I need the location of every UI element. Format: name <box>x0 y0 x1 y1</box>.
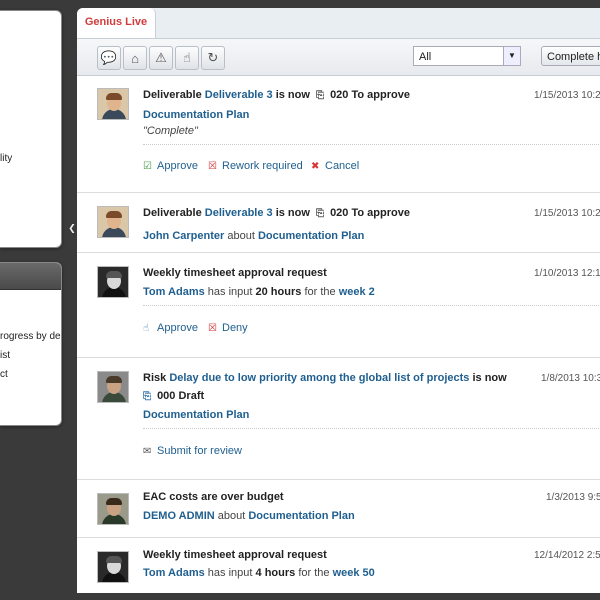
divider <box>143 305 600 306</box>
status-text: 000 Draft <box>157 390 205 402</box>
feed-item-title: EAC costs are over budget <box>143 491 284 503</box>
feed-item-subline: Tom Adams has input 4 hours for the week… <box>143 567 375 579</box>
rework-icon: ☒ <box>208 161 217 172</box>
status-icon: ⎘ <box>143 391 151 402</box>
person-link[interactable]: Tom Adams <box>143 567 205 579</box>
hand-icon[interactable]: ☝ <box>175 46 199 70</box>
deny-icon: ☒ <box>208 323 217 334</box>
hours-value: 20 hours <box>255 286 302 298</box>
left-panel-bottom: rogress by deli ist ct <box>0 262 62 426</box>
feed-item-status-line: ⎘ 000 Draft <box>143 390 204 402</box>
feed-item-title: Weekly timesheet approval request <box>143 549 327 561</box>
comment-text: "Complete" <box>143 125 198 137</box>
feed-item-date: 1/10/2013 12:1 <box>534 268 600 279</box>
feed-item-date: 1/8/2013 10:3 <box>541 373 600 384</box>
left-panel-text: lity <box>0 153 13 164</box>
item-separator <box>77 479 600 480</box>
avatar[interactable] <box>97 493 129 525</box>
status-text: 020 To approve <box>330 89 410 101</box>
toolbar: 💬 ⌂ ⚠ ☝ ↻ All ▼ Complete hi <box>77 39 600 76</box>
hours-value: 4 hours <box>255 567 296 579</box>
feed-item-date: 12/14/2012 2:5 <box>534 550 600 561</box>
filter-select-value: All <box>419 51 432 63</box>
comments-icon[interactable]: 💬 <box>97 46 121 70</box>
subject-link[interactable]: Deliverable 3 <box>205 207 273 219</box>
feed-item-subline: Tom Adams has input 20 hours for the wee… <box>143 286 375 298</box>
left-panel-text[interactable]: ct <box>0 369 8 380</box>
subject-type: Deliverable <box>143 89 202 101</box>
thumbs-up-icon: ☝ <box>143 323 150 334</box>
project-link[interactable]: Documentation Plan <box>143 109 249 121</box>
for-the-text: for the <box>304 286 336 298</box>
rework-button[interactable]: ☒ Rework required <box>208 160 303 172</box>
feed-item-headline: Deliverable Deliverable 3 is now ⎘ 020 T… <box>143 89 410 101</box>
verb: is now <box>275 89 310 101</box>
feed-item-title: Weekly timesheet approval request <box>143 267 327 279</box>
feed-item-date: 1/15/2013 10:2 <box>534 90 600 101</box>
avatar[interactable] <box>97 266 129 298</box>
left-panel-top: lity <box>0 10 62 248</box>
genius-live-panel: Genius Live 💬 ⌂ ⚠ ☝ ↻ All ▼ Complete hi … <box>77 8 600 593</box>
filter-select[interactable]: All ▼ <box>413 46 521 66</box>
feed-item-date: 1/15/2013 10:2 <box>534 208 600 219</box>
avatar[interactable] <box>97 206 129 238</box>
verb: is now <box>275 207 310 219</box>
subject-link[interactable]: Deliverable 3 <box>205 89 273 101</box>
cancel-button[interactable]: ✖ Cancel <box>311 160 359 172</box>
status-icon: ⎘ <box>316 90 324 101</box>
avatar[interactable] <box>97 371 129 403</box>
approve-button[interactable]: ☑ Approve <box>143 160 198 172</box>
about-text: about <box>217 510 246 522</box>
project-link[interactable]: Documentation Plan <box>143 409 249 421</box>
person-link[interactable]: DEMO ADMIN <box>143 510 215 522</box>
has-input-text: has input <box>207 567 253 579</box>
week-link[interactable]: week 50 <box>333 567 375 579</box>
avatar[interactable] <box>97 551 129 583</box>
project-link[interactable]: Documentation Plan <box>258 230 364 242</box>
about-text: about <box>227 230 255 242</box>
left-panel-header <box>0 263 61 290</box>
refresh-icon[interactable]: ↻ <box>201 46 225 70</box>
feed-item-subline: DEMO ADMIN about Documentation Plan <box>143 510 355 522</box>
subject-type: Risk <box>143 372 167 384</box>
approve-button[interactable]: ☝ Approve <box>143 322 198 334</box>
person-link[interactable]: Tom Adams <box>143 286 205 298</box>
for-the-text: for the <box>298 567 330 579</box>
feed-item-headline: Deliverable Deliverable 3 is now ⎘ 020 T… <box>143 207 410 219</box>
collapse-left-icon[interactable]: ❮ <box>68 221 76 235</box>
status-icon: ⎘ <box>316 208 324 219</box>
submit-icon: ✉ <box>143 446 152 457</box>
feed-item-date: 1/3/2013 9:5 <box>546 492 600 503</box>
tab-bar: Genius Live <box>77 8 600 39</box>
item-separator <box>77 192 600 193</box>
warning-icon[interactable]: ⚠ <box>149 46 173 70</box>
item-separator <box>77 537 600 538</box>
tab-genius-live[interactable]: Genius Live <box>77 8 156 38</box>
left-panel-text[interactable]: rogress by deli <box>0 331 61 342</box>
feed-item-headline: Risk Delay due to low priority among the… <box>143 372 507 384</box>
project-link[interactable]: Documentation Plan <box>248 510 354 522</box>
item-separator <box>77 357 600 358</box>
subject-type: Deliverable <box>143 207 202 219</box>
status-select[interactable]: Complete hi <box>541 46 600 66</box>
feed-item-subline: John Carpenter about Documentation Plan <box>143 230 364 242</box>
chevron-down-icon[interactable]: ▼ <box>503 47 520 65</box>
status-text: 020 To approve <box>330 207 410 219</box>
item-separator <box>77 252 600 253</box>
deny-button[interactable]: ☒ Deny <box>208 322 248 334</box>
left-panel-text[interactable]: ist <box>0 350 10 361</box>
subject-link[interactable]: Delay due to low priority among the glob… <box>169 372 469 384</box>
submit-for-review-button[interactable]: ✉ Submit for review <box>143 445 242 457</box>
verb: is now <box>472 372 507 384</box>
divider <box>143 144 600 145</box>
check-icon: ☑ <box>143 161 152 172</box>
has-input-text: has input <box>207 286 253 298</box>
divider <box>143 428 600 429</box>
avatar[interactable] <box>97 88 129 120</box>
person-link[interactable]: John Carpenter <box>143 230 224 242</box>
week-link[interactable]: week 2 <box>339 286 375 298</box>
close-icon: ✖ <box>311 161 320 172</box>
inbox-icon[interactable]: ⌂ <box>123 46 147 70</box>
